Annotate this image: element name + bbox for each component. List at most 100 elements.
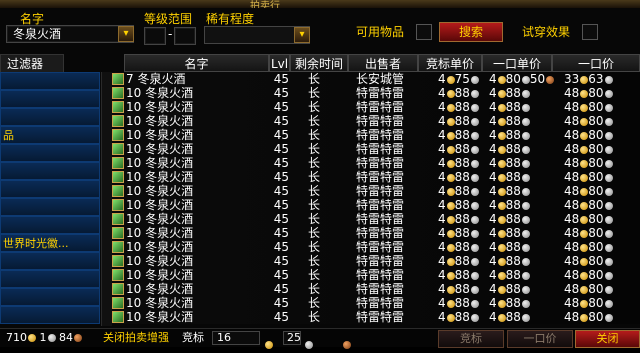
item-icon[interactable] [112, 241, 124, 253]
try-on-checkbox[interactable] [582, 24, 598, 40]
time-left: 长 [308, 198, 321, 212]
item-icon[interactable] [112, 311, 124, 323]
time-left: 长 [308, 142, 321, 156]
bid-silver-input[interactable]: 25 [283, 331, 301, 345]
auction-row[interactable]: 10 冬泉火酒 45 长 特雷特雷 4 88 4 88 48 80 [112, 296, 640, 310]
filter-item[interactable] [0, 306, 100, 324]
auction-row[interactable]: 10 冬泉火酒 45 长 特雷特雷 4 88 4 88 48 80 [112, 114, 640, 128]
bid-unit: 4 88 [438, 86, 479, 100]
filter-item[interactable] [0, 198, 100, 216]
col-header-seller[interactable]: 出售者 [348, 54, 418, 72]
auction-row[interactable]: 10 冬泉火酒 45 长 特雷特雷 4 88 4 88 48 80 [112, 212, 640, 226]
bid-gold-input[interactable]: 16 [212, 331, 260, 345]
level-max-input[interactable] [174, 27, 196, 45]
col-header-lvl[interactable]: Lvl [269, 54, 290, 72]
name-input[interactable]: 冬泉火酒 [6, 25, 134, 43]
auction-row[interactable]: 10 冬泉火酒 45 长 特雷特雷 4 88 4 88 48 80 [112, 184, 640, 198]
filter-item[interactable] [0, 270, 100, 288]
usable-items-checkbox[interactable] [416, 24, 432, 40]
filter-item[interactable] [0, 288, 100, 306]
auction-row[interactable]: 10 冬泉火酒 45 长 特雷特雷 4 88 4 88 48 80 [112, 198, 640, 212]
item-icon[interactable] [112, 115, 124, 127]
item-icon[interactable] [112, 213, 124, 225]
bid-unit: 4 88 [438, 282, 479, 296]
silver-coin-icon [470, 271, 479, 280]
auction-row[interactable]: 10 冬泉火酒 45 长 特雷特雷 4 88 4 88 48 80 [112, 268, 640, 282]
item-icon[interactable] [112, 255, 124, 267]
bid-unit: 4 88 [438, 142, 479, 156]
auction-row[interactable]: 10 冬泉火酒 45 长 特雷特雷 4 88 4 88 48 80 [112, 310, 640, 324]
auction-row[interactable]: 10 冬泉火酒 45 长 特雷特雷 4 88 4 88 48 80 [112, 170, 640, 184]
auction-row[interactable]: 10 冬泉火酒 45 长 特雷特雷 4 88 4 88 48 80 [112, 128, 640, 142]
silver-coin-icon [604, 271, 613, 280]
filter-item[interactable] [0, 216, 100, 234]
item-icon[interactable] [112, 87, 124, 99]
auction-row[interactable]: 10 冬泉火酒 45 长 特雷特雷 4 88 4 88 48 80 [112, 156, 640, 170]
silver-coin-icon [470, 145, 479, 154]
filter-item[interactable] [0, 252, 100, 270]
buyout: 48 80 [564, 226, 613, 240]
item-level: 45 [273, 212, 289, 226]
item-icon[interactable] [112, 157, 124, 169]
item-icon[interactable] [112, 283, 124, 295]
filter-item[interactable]: 世界时光徽... [0, 234, 100, 252]
seller: 特雷特雷 [356, 268, 405, 282]
item-qty-name: 10 冬泉火酒 [126, 268, 194, 282]
auction-row[interactable]: 10 冬泉火酒 45 长 特雷特雷 4 88 4 88 48 80 [112, 86, 640, 100]
filter-item[interactable] [0, 162, 100, 180]
auction-row[interactable]: 10 冬泉火酒 45 长 特雷特雷 4 88 4 88 48 80 [112, 142, 640, 156]
filters-tab[interactable]: 过滤器 [0, 54, 64, 74]
auction-row[interactable]: 10 冬泉火酒 45 长 特雷特雷 4 88 4 88 48 80 [112, 226, 640, 240]
close-auction-enhancement[interactable]: 关闭拍卖增强 [103, 329, 169, 347]
col-header-buyout[interactable]: 一口价 [552, 54, 640, 72]
buyout-unit: 4 88 [489, 156, 530, 170]
auction-row[interactable]: 10 冬泉火酒 45 长 特雷特雷 4 88 4 88 48 80 [112, 240, 640, 254]
try-on-label: 试穿效果 [522, 25, 571, 39]
buyout-unit: 4 88 [489, 100, 530, 114]
buyout-unit: 4 88 [489, 86, 530, 100]
filter-item[interactable] [0, 144, 100, 162]
buyout: 48 80 [564, 240, 613, 254]
col-header-bid-unit[interactable]: 竞标单价 [418, 54, 482, 72]
silver-coin-icon [604, 103, 613, 112]
col-header-time-left[interactable]: 剩余时间 [290, 54, 348, 72]
item-icon[interactable] [112, 227, 124, 239]
filter-item[interactable] [0, 72, 100, 90]
filter-item[interactable] [0, 180, 100, 198]
item-icon[interactable] [112, 101, 124, 113]
seller: 特雷特雷 [356, 226, 405, 240]
auction-row[interactable]: 10 冬泉火酒 45 长 特雷特雷 4 88 4 88 48 80 [112, 254, 640, 268]
auction-row[interactable]: 7 冬泉火酒 45 长 长安城管 4 75 4 80 50 33 63 [112, 72, 640, 86]
item-icon[interactable] [112, 73, 124, 85]
item-icon[interactable] [112, 171, 124, 183]
item-icon[interactable] [112, 297, 124, 309]
silver-coin-icon [305, 340, 313, 349]
bid-button[interactable]: 竞标 [438, 330, 504, 348]
item-icon[interactable] [112, 129, 124, 141]
item-icon[interactable] [112, 143, 124, 155]
item-icon[interactable] [112, 269, 124, 281]
filter-item[interactable] [0, 108, 100, 126]
item-icon[interactable] [112, 185, 124, 197]
col-header-buyout-unit[interactable]: 一口单价 [482, 54, 552, 72]
col-header-name[interactable]: 名字 [124, 54, 269, 72]
name-dropdown-arrow[interactable]: ▾ [118, 26, 134, 42]
buyout-unit: 4 88 [489, 184, 530, 198]
seller: 特雷特雷 [356, 310, 405, 324]
close-button[interactable]: 关闭 [575, 330, 640, 348]
level-min-input[interactable] [144, 27, 166, 45]
buyout-button[interactable]: 一口价 [507, 330, 573, 348]
rarity-dropdown-arrow[interactable]: ▾ [294, 27, 310, 43]
search-button[interactable]: 搜索 [439, 22, 503, 42]
silver-coin-icon [604, 131, 613, 140]
filter-scrollbar[interactable] [101, 72, 112, 326]
gold-coin-icon [446, 159, 455, 168]
filter-item[interactable] [0, 90, 100, 108]
time-left: 长 [308, 100, 321, 114]
bid-unit: 4 88 [438, 156, 479, 170]
level-range-label: 等级范围 [144, 12, 193, 26]
auction-row[interactable]: 10 冬泉火酒 45 长 特雷特雷 4 88 4 88 48 80 [112, 100, 640, 114]
filter-item[interactable]: 品 [0, 126, 100, 144]
auction-row[interactable]: 10 冬泉火酒 45 长 特雷特雷 4 88 4 88 48 80 [112, 282, 640, 296]
item-icon[interactable] [112, 199, 124, 211]
